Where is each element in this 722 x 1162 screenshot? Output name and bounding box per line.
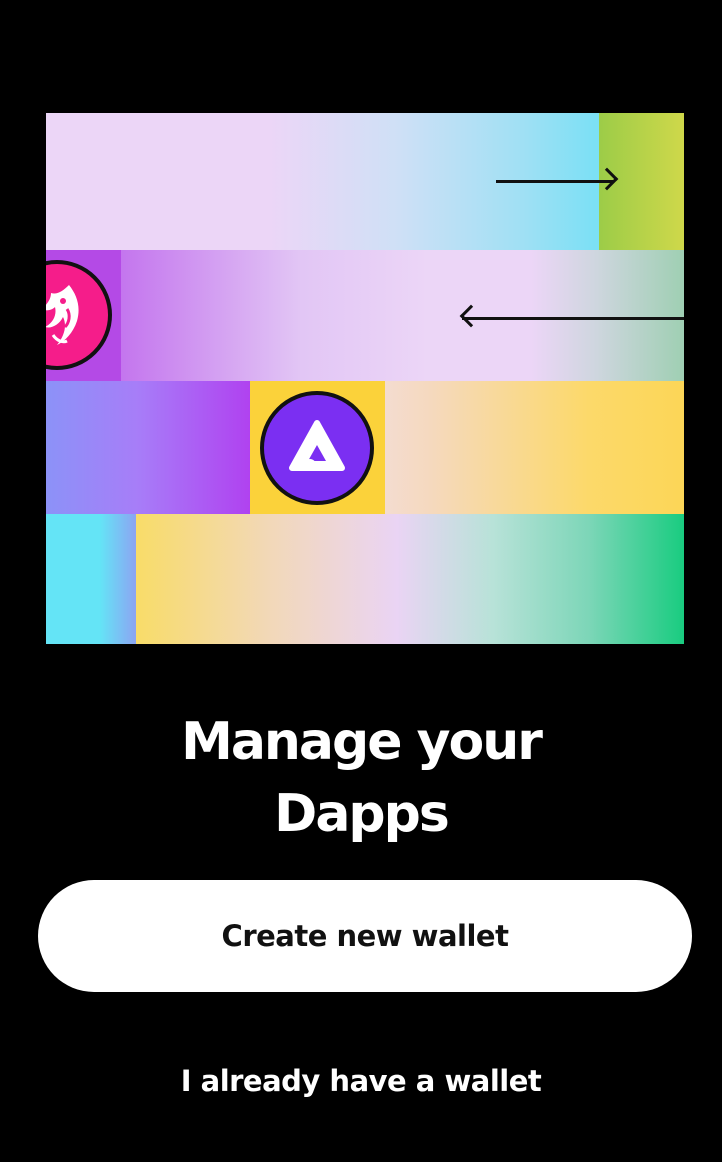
illustration-band-2: [46, 250, 684, 381]
page-title: Manage your Dapps: [0, 706, 722, 850]
onboarding-screen: Manage your Dapps Create new wallet I al…: [0, 0, 722, 1162]
dapps-illustration: [46, 113, 684, 644]
audius-glyph: [289, 420, 345, 471]
illustration-band-4: [46, 514, 684, 644]
arrow-right-icon: [496, 180, 614, 183]
arrow-left-icon: [462, 317, 684, 320]
illustration-band-3-start: [46, 381, 250, 514]
page-title-line-1: Manage your: [181, 712, 543, 772]
already-have-wallet-link[interactable]: I already have a wallet: [0, 1060, 722, 1102]
unicorn-glyph: [46, 285, 79, 345]
illustration-band-4-start: [46, 514, 136, 644]
page-title-line-2: Dapps: [274, 784, 450, 844]
create-new-wallet-button[interactable]: Create new wallet: [38, 880, 692, 992]
uniswap-unicorn-icon: [46, 260, 112, 370]
audius-icon: [260, 391, 374, 505]
